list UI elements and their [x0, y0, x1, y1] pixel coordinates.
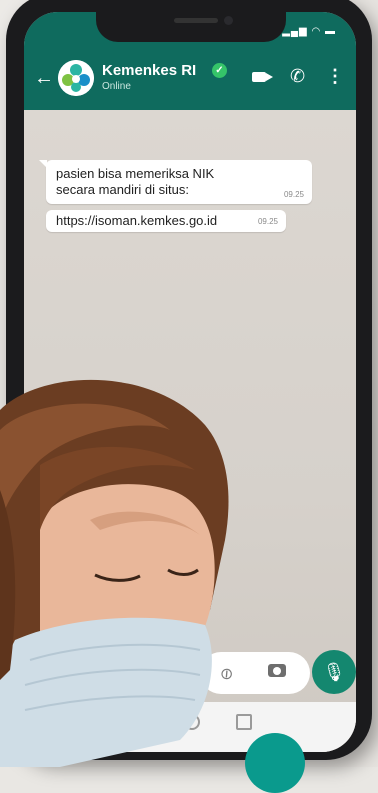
message-bubble[interactable]: https://isoman.kemkes.go.id 09.25 — [46, 210, 286, 232]
microphone-icon: 🎙 — [322, 662, 346, 682]
signal-icon: ▂▄▆ — [282, 26, 308, 37]
message-text: pasien bisa memeriksa NIK secara mandiri… — [56, 166, 215, 197]
front-camera — [224, 16, 233, 25]
more-options-icon[interactable]: ⋮ — [326, 66, 344, 87]
wifi-icon: ◠ — [311, 26, 322, 37]
speaker-grille — [174, 18, 218, 23]
message-time: 09.25 — [257, 217, 278, 226]
decorative-circle — [245, 733, 305, 793]
phone-notch — [96, 12, 286, 42]
contact-name[interactable]: Kemenkes RI — [102, 62, 196, 79]
camera-icon[interactable] — [268, 664, 286, 677]
battery-icon: ▬ — [325, 26, 336, 37]
mic-button[interactable]: 🎙 — [312, 650, 356, 694]
kemenkes-logo-icon — [58, 60, 94, 96]
phone-call-icon[interactable]: ✆ — [290, 66, 305, 87]
contact-status: Online — [102, 81, 131, 92]
woman-with-mask-photo — [0, 379, 229, 767]
message-time: 09.25 — [283, 190, 304, 199]
video-call-icon[interactable] — [252, 72, 273, 82]
message-bubble[interactable]: pasien bisa memeriksa NIK secara mandiri… — [39, 160, 312, 204]
status-bar: ▂▄▆ ◠ ▬ — [24, 12, 356, 48]
status-icons: ▂▄▆ ◠ ▬ — [282, 26, 336, 37]
verified-badge-icon: ✓ — [212, 63, 227, 78]
back-arrow-icon[interactable]: ← — [34, 68, 54, 88]
avatar[interactable] — [58, 60, 94, 96]
message-link[interactable]: https://isoman.kemkes.go.id — [56, 214, 217, 228]
chat-header: ← Kemenkes RI ✓ Online ✆ ⋮ — [24, 48, 356, 110]
